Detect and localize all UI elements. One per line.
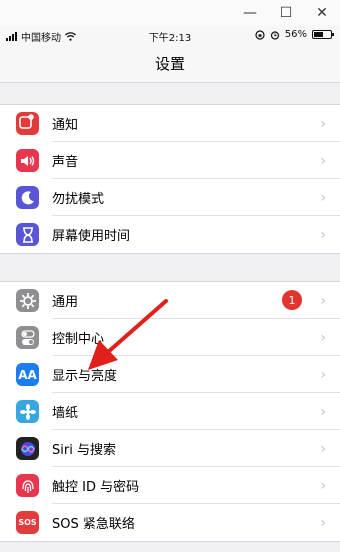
red-arrow-annotation xyxy=(88,299,168,370)
